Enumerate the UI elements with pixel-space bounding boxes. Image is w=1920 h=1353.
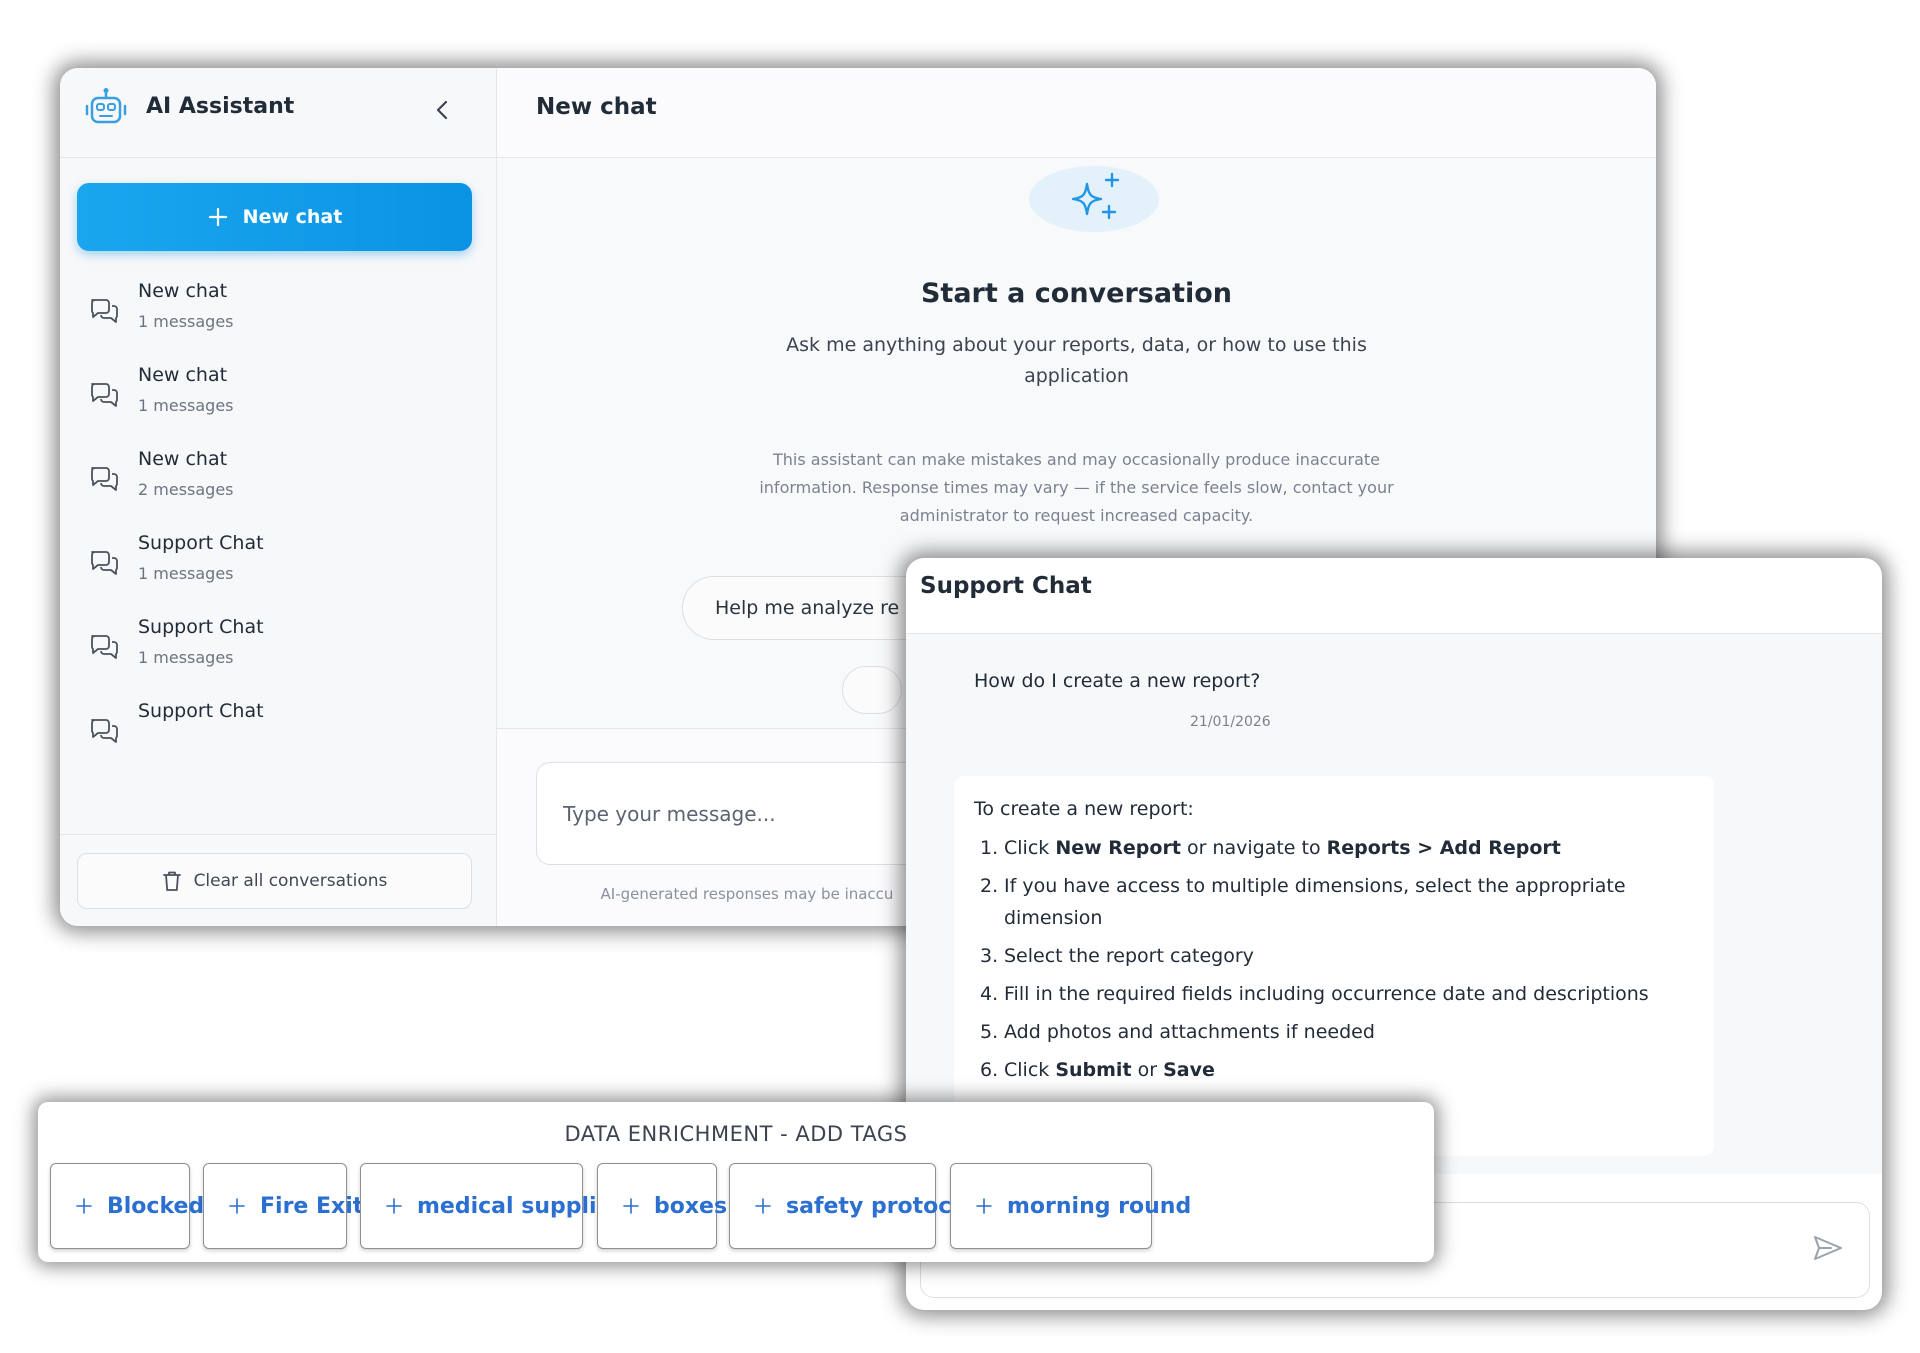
step-number: 3. xyxy=(980,945,999,967)
step-emphasis: New Report xyxy=(1055,837,1181,859)
chat-bubbles-icon xyxy=(91,383,118,407)
sidebar-header: AI Assistant xyxy=(60,68,496,158)
step-number: 6. xyxy=(980,1059,999,1081)
conversation-count: 1 messages xyxy=(138,564,234,583)
conversation-count: 2 messages xyxy=(138,480,234,499)
data-enrichment-panel: DATA ENRICHMENT - ADD TAGS Blocked Fire E… xyxy=(38,1102,1434,1262)
step-number: 1. xyxy=(980,837,999,859)
add-tag-button[interactable]: safety protocol xyxy=(729,1163,974,1249)
plus-icon xyxy=(976,1198,992,1214)
suggestion-chip[interactable] xyxy=(842,666,902,714)
conversation-title: Support Chat xyxy=(138,532,264,554)
conversation-title: Support Chat xyxy=(138,700,264,722)
send-icon[interactable] xyxy=(1811,1233,1845,1263)
tag-label: Blocked xyxy=(107,1193,205,1219)
user-message: How do I create a new report? xyxy=(974,670,1261,692)
chat-title: New chat xyxy=(536,94,657,120)
conversation-count: 1 messages xyxy=(138,648,234,667)
disclaimer-text: This assistant can make mistakes and may… xyxy=(759,450,1394,525)
step-emphasis: Save xyxy=(1163,1059,1215,1081)
robot-icon xyxy=(85,88,127,124)
step-item: 3. Select the report category xyxy=(974,940,1694,972)
message-timestamp: 21/01/2026 xyxy=(1190,714,1271,730)
step-emphasis: Reports > Add Report xyxy=(1326,837,1561,859)
step-number: 4. xyxy=(980,983,999,1005)
conversation-item[interactable]: New chat 2 messages xyxy=(60,436,496,522)
tag-label: boxes xyxy=(654,1193,728,1219)
step-number: 5. xyxy=(980,1021,999,1043)
add-tag-button[interactable]: medical supplies xyxy=(360,1163,625,1249)
step-item: 5. Add photos and attachments if needed xyxy=(974,1016,1694,1048)
clear-all-label: Clear all conversations xyxy=(193,871,388,891)
step-text: or navigate to xyxy=(1180,837,1327,859)
tag-label: safety protocol xyxy=(786,1193,974,1219)
conversation-item[interactable]: Support Chat 1 messages xyxy=(60,520,496,606)
step-text: Select the report category xyxy=(1004,945,1254,967)
plus-icon xyxy=(76,1198,92,1214)
support-chat-title: Support Chat xyxy=(920,573,1092,599)
sidebar-footer: Clear all conversations xyxy=(60,834,496,926)
conversation-title: Support Chat xyxy=(138,616,264,638)
step-item: 2. If you have access to multiple dimensi… xyxy=(974,870,1694,934)
conversation-title: New chat xyxy=(138,280,228,302)
tag-label: Fire Exit xyxy=(260,1193,364,1219)
collapse-sidebar-icon[interactable] xyxy=(424,92,460,128)
suggestion-chip-label: Help me analyze re xyxy=(715,597,900,619)
sparkles-icon xyxy=(1071,172,1120,220)
tag-panel-title: DATA ENRICHMENT - ADD TAGS xyxy=(564,1122,908,1146)
add-tag-button[interactable]: boxes xyxy=(597,1163,727,1249)
sidebar: AI Assistant New chat New chat 1 message… xyxy=(60,68,497,926)
tag-label: medical supplies xyxy=(417,1193,625,1219)
sparkle-badge xyxy=(1029,166,1159,232)
empty-state-description: Ask me anything about your reports, data… xyxy=(786,334,1367,387)
step-emphasis: Submit xyxy=(1055,1059,1132,1081)
new-chat-label: New chat xyxy=(242,206,343,228)
plus-icon xyxy=(386,1198,402,1214)
chat-bubbles-icon xyxy=(91,467,118,491)
trash-icon xyxy=(162,871,181,891)
chat-bubbles-icon xyxy=(91,719,118,743)
support-chat-messages: How do I create a new report? 21/01/2026… xyxy=(906,634,1882,1174)
support-chat-header: Support Chat xyxy=(906,558,1882,634)
conversation-item[interactable]: Support Chat 1 messages xyxy=(60,604,496,690)
conversation-title: New chat xyxy=(138,364,228,386)
conversation-list: New chat 1 messages New chat 1 messages … xyxy=(60,268,496,903)
plus-icon xyxy=(208,207,227,227)
step-item: 4. Fill in the required fields including … xyxy=(974,978,1694,1010)
step-text: Add photos and attachments if needed xyxy=(1004,1021,1375,1043)
assistant-message-intro: To create a new report: xyxy=(974,798,1194,820)
conversation-item[interactable]: New chat 1 messages xyxy=(60,268,496,354)
step-item: 1. Click New Report or navigate to Report… xyxy=(974,832,1694,864)
plus-icon xyxy=(623,1198,639,1214)
conversation-item[interactable]: Support Chat xyxy=(60,688,496,774)
chat-bubbles-icon xyxy=(91,551,118,575)
conversation-count: 1 messages xyxy=(138,312,234,331)
empty-state-title: Start a conversation xyxy=(920,278,1233,309)
app-title: AI Assistant xyxy=(146,94,295,119)
clear-all-conversations-button[interactable]: Clear all conversations xyxy=(77,853,472,909)
chat-header: New chat xyxy=(497,68,1656,158)
step-text: If you have access to multiple dimension… xyxy=(1004,875,1626,929)
plus-icon xyxy=(755,1198,771,1214)
chat-bubbles-icon xyxy=(91,299,118,323)
plus-icon xyxy=(229,1198,245,1214)
chat-bubbles-icon xyxy=(91,635,118,659)
step-item: 6. Click Submit or Save xyxy=(974,1054,1694,1086)
step-text: or xyxy=(1131,1059,1164,1081)
assistant-message: To create a new report: 1. Click New Repo… xyxy=(954,776,1714,1156)
tag-label: morning round xyxy=(1007,1193,1192,1219)
step-text: Click xyxy=(1004,837,1056,859)
new-chat-button[interactable]: New chat xyxy=(77,183,472,251)
conversation-title: New chat xyxy=(138,448,228,470)
conversation-count: 1 messages xyxy=(138,396,234,415)
step-text: Click xyxy=(1004,1059,1056,1081)
step-text: Fill in the required fields including oc… xyxy=(1004,983,1649,1005)
conversation-item[interactable]: New chat 1 messages xyxy=(60,352,496,438)
add-tag-button[interactable]: morning round xyxy=(950,1163,1191,1249)
add-tag-button[interactable]: Blocked xyxy=(50,1163,204,1249)
steps-list: 1. Click New Report or navigate to Report… xyxy=(974,832,1694,1086)
step-number: 2. xyxy=(980,875,999,897)
add-tag-button[interactable]: Fire Exit xyxy=(203,1163,363,1249)
